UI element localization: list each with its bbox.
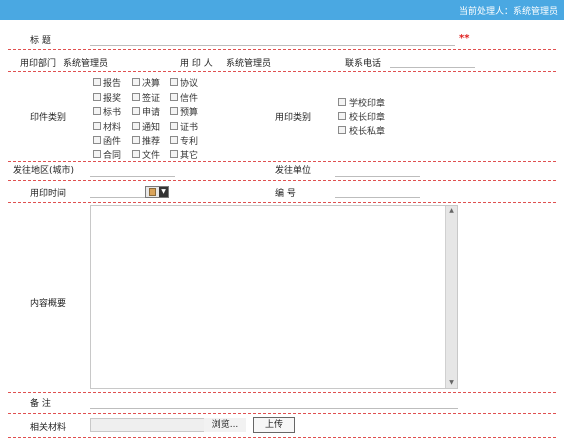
- doc-type-option: 信件: [180, 94, 199, 104]
- doc-type-option: 报告: [103, 79, 122, 89]
- vertical-scrollbar[interactable]: ▲ ▼: [445, 206, 457, 388]
- doc-type-option: 协议: [180, 79, 199, 89]
- checkbox-doc-type[interactable]: [93, 78, 101, 86]
- doc-type-option: 申请: [142, 108, 161, 118]
- doc-type-option: 推荐: [142, 137, 161, 147]
- send-unit-input[interactable]: [335, 176, 420, 177]
- doc-type-option: 合同: [103, 151, 122, 161]
- seal-type-option: 学校印章: [349, 99, 386, 109]
- row-divider: [8, 413, 556, 414]
- row-divider: [8, 161, 556, 162]
- header-bar: 当前处理人：系统管理员: [0, 0, 564, 20]
- remark-label: 备 注: [30, 399, 51, 409]
- checkbox-doc-type[interactable]: [170, 150, 178, 158]
- scroll-up-icon[interactable]: ▲: [446, 206, 457, 216]
- doc-type-option: 专利: [180, 137, 199, 147]
- number-label: 编 号: [275, 189, 296, 199]
- seal-type-option: 校长私章: [349, 127, 386, 137]
- doc-type-option: 材料: [103, 123, 122, 133]
- seal-type-label: 用印类别: [275, 113, 312, 123]
- checkbox-doc-type[interactable]: [132, 78, 140, 86]
- doc-type-option: 标书: [103, 108, 122, 118]
- checkbox-doc-type[interactable]: [132, 136, 140, 144]
- doc-type-option: 通知: [142, 123, 161, 133]
- chevron-down-icon: ▼: [159, 187, 168, 197]
- checkbox-doc-type[interactable]: [132, 93, 140, 101]
- checkbox-doc-type[interactable]: [170, 93, 178, 101]
- remark-input[interactable]: [90, 408, 458, 409]
- row-divider: [8, 180, 556, 181]
- checkbox-doc-type[interactable]: [170, 122, 178, 130]
- doc-type-label: 印件类别: [30, 113, 67, 123]
- doc-type-option: 函件: [103, 137, 122, 147]
- checkbox-doc-type[interactable]: [132, 122, 140, 130]
- scroll-down-icon[interactable]: ▼: [446, 378, 457, 388]
- upload-button[interactable]: 上传: [253, 417, 295, 433]
- content-label: 内容概要: [30, 299, 67, 309]
- doc-type-option: 签证: [142, 94, 161, 104]
- date-picker-button[interactable]: ▼: [145, 186, 169, 198]
- row-divider: [8, 202, 556, 203]
- number-input[interactable]: [335, 197, 420, 198]
- title-label: 标 题: [30, 36, 51, 46]
- use-time-label: 用印时间: [30, 189, 67, 199]
- checkbox-doc-type[interactable]: [93, 136, 101, 144]
- checkbox-doc-type[interactable]: [170, 78, 178, 86]
- row-divider: [8, 49, 556, 50]
- current-handler: 当前处理人：系统管理员: [458, 7, 558, 17]
- required-mark: **: [459, 33, 470, 44]
- content-textarea[interactable]: ▲ ▼: [90, 205, 458, 389]
- checkbox-doc-type[interactable]: [93, 93, 101, 101]
- phone-label: 联系电话: [345, 59, 382, 69]
- user-label: 用 印 人: [180, 59, 213, 69]
- dept-value: 系统管理员: [63, 59, 109, 69]
- use-time-input[interactable]: [90, 197, 145, 198]
- checkbox-doc-type[interactable]: [93, 122, 101, 130]
- row-divider: [8, 71, 556, 72]
- send-region-label: 发往地区(城市): [13, 166, 75, 176]
- doc-type-option: 预算: [180, 108, 199, 118]
- doc-type-option: 报奖: [103, 94, 122, 104]
- title-input[interactable]: [90, 45, 455, 46]
- row-divider: [8, 392, 556, 393]
- checkbox-seal-type[interactable]: [338, 98, 346, 106]
- phone-input[interactable]: [390, 67, 475, 68]
- doc-type-option: 文件: [142, 151, 161, 161]
- checkbox-doc-type[interactable]: [170, 136, 178, 144]
- send-unit-label: 发往单位: [275, 166, 312, 176]
- doc-type-option: 决算: [142, 79, 161, 89]
- checkbox-doc-type[interactable]: [132, 150, 140, 158]
- checkbox-seal-type[interactable]: [338, 126, 346, 134]
- send-region-input[interactable]: [90, 176, 175, 177]
- doc-type-option: 证书: [180, 123, 199, 133]
- user-value: 系统管理员: [226, 59, 272, 69]
- row-divider: [8, 437, 556, 438]
- attachment-label: 相关材料: [30, 423, 67, 433]
- browse-button[interactable]: 浏览...: [204, 418, 246, 432]
- seal-type-option: 校长印章: [349, 113, 386, 123]
- calendar-icon: [149, 188, 156, 196]
- dept-label: 用印部门: [20, 59, 57, 69]
- checkbox-doc-type[interactable]: [93, 107, 101, 115]
- doc-type-option: 其它: [180, 151, 199, 161]
- checkbox-doc-type[interactable]: [132, 107, 140, 115]
- checkbox-doc-type[interactable]: [93, 150, 101, 158]
- checkbox-doc-type[interactable]: [170, 107, 178, 115]
- checkbox-seal-type[interactable]: [338, 112, 346, 120]
